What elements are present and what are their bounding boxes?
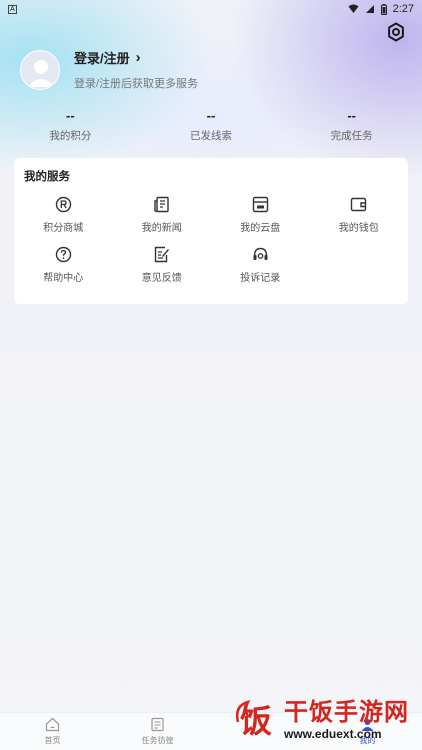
service-label: 我的新闻 [141, 223, 182, 234]
home-icon [45, 717, 60, 732]
service-my-wallet[interactable]: 我的钱包 [310, 196, 409, 246]
avatar[interactable] [20, 49, 60, 90]
service-label: 我的云盘 [240, 223, 281, 234]
stat-value: -- [66, 108, 75, 123]
login-register-link[interactable]: 登录/注册 › [74, 48, 198, 67]
stat-value: -- [206, 108, 216, 123]
services-grid: 积分商城 我的新闻 我的云盘 我的钱包 帮助中心 意见反馈 投诉记录 [14, 196, 408, 296]
login-subtitle: 登录/注册后获取更多服务 [74, 78, 199, 90]
status-bar: A 2:27 [0, 0, 422, 18]
status-indicators: 2:27 [348, 3, 414, 15]
complaint-headset-icon [253, 247, 268, 260]
gear-icon [388, 22, 404, 42]
watermark-logo: 饭 [232, 696, 280, 744]
services-title: 我的服务 [24, 171, 70, 183]
watermark-title: 干饭手游网 [284, 699, 409, 726]
watermark: 饭 干饭手游网 www.eduext.com [232, 690, 422, 750]
stat-leads[interactable]: -- 已发线索 [141, 108, 282, 143]
status-time: 2:27 [392, 3, 414, 15]
my-services-card: 我的服务 积分商城 我的新闻 我的云盘 我的钱包 帮助中心 意见反馈 投诉记录 [14, 158, 408, 304]
watermark-logo-char: 饭 [240, 702, 272, 740]
cloud-drive-icon [252, 196, 268, 213]
nav-home[interactable]: 首页 [0, 713, 105, 750]
nav-label: 任务彷徨 [141, 736, 174, 745]
nav-label: 首页 [44, 736, 61, 745]
task-icon [151, 717, 164, 732]
signal-icon [365, 5, 374, 13]
stat-value: -- [347, 108, 357, 123]
watermark-url: www.eduext.com [284, 727, 382, 741]
settings-button[interactable] [386, 22, 406, 42]
chevron-right-icon: › [135, 48, 141, 66]
help-icon [55, 246, 71, 263]
registered-icon [55, 196, 71, 213]
newspaper-icon [154, 196, 169, 213]
service-complaint-records[interactable]: 投诉记录 [211, 246, 310, 296]
service-my-cloud-drive[interactable]: 我的云盘 [211, 196, 310, 246]
service-help-center[interactable]: 帮助中心 [14, 246, 113, 296]
service-points-mall[interactable]: 积分商城 [14, 196, 113, 246]
stats-row: -- 我的积分 -- 已发线索 -- 完成任务 [0, 108, 422, 143]
notification-app-icon: A [8, 4, 17, 14]
stat-points[interactable]: -- 我的积分 [0, 108, 141, 143]
stat-label: 完成任务 [330, 130, 373, 142]
stat-tasks[interactable]: -- 完成任务 [281, 108, 422, 143]
nav-tasks[interactable]: 任务彷徨 [105, 713, 210, 750]
service-label: 意见反馈 [141, 273, 182, 284]
service-my-news[interactable]: 我的新闻 [113, 196, 212, 246]
wifi-icon [348, 4, 359, 13]
service-label: 帮助中心 [43, 273, 84, 284]
service-label: 投诉记录 [240, 273, 281, 284]
default-avatar-icon [21, 50, 59, 89]
login-title-text: 登录/注册 [74, 51, 130, 66]
feedback-icon [155, 246, 170, 263]
login-profile-section[interactable]: 登录/注册 › 登录/注册后获取更多服务 [20, 48, 198, 91]
service-label: 我的钱包 [338, 223, 379, 234]
stat-label: 我的积分 [49, 130, 92, 142]
battery-icon [380, 3, 387, 15]
service-feedback[interactable]: 意见反馈 [113, 246, 212, 296]
service-label: 积分商城 [43, 223, 84, 234]
watermark-logo-mark: 饭 [235, 700, 272, 740]
wallet-icon [351, 197, 367, 212]
stat-label: 已发线索 [190, 130, 232, 142]
